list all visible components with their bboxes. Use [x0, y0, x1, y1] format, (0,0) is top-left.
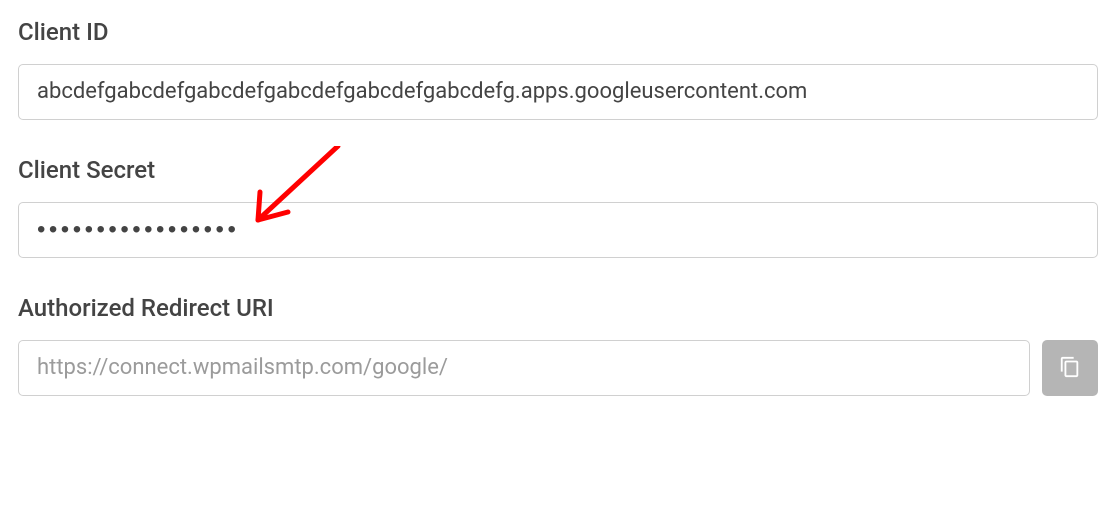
redirect-uri-input[interactable]: [18, 340, 1030, 396]
copy-button[interactable]: [1042, 340, 1098, 396]
client-secret-input[interactable]: [18, 202, 1098, 258]
client-secret-group: Client Secret: [18, 156, 1098, 258]
client-id-input[interactable]: [18, 64, 1098, 120]
client-id-group: Client ID: [18, 18, 1098, 120]
redirect-uri-label: Authorized Redirect URI: [18, 294, 1098, 322]
copy-icon: [1059, 356, 1081, 381]
redirect-uri-row: [18, 340, 1098, 396]
client-id-label: Client ID: [18, 18, 1098, 46]
redirect-uri-group: Authorized Redirect URI: [18, 294, 1098, 396]
client-secret-label: Client Secret: [18, 156, 1098, 184]
